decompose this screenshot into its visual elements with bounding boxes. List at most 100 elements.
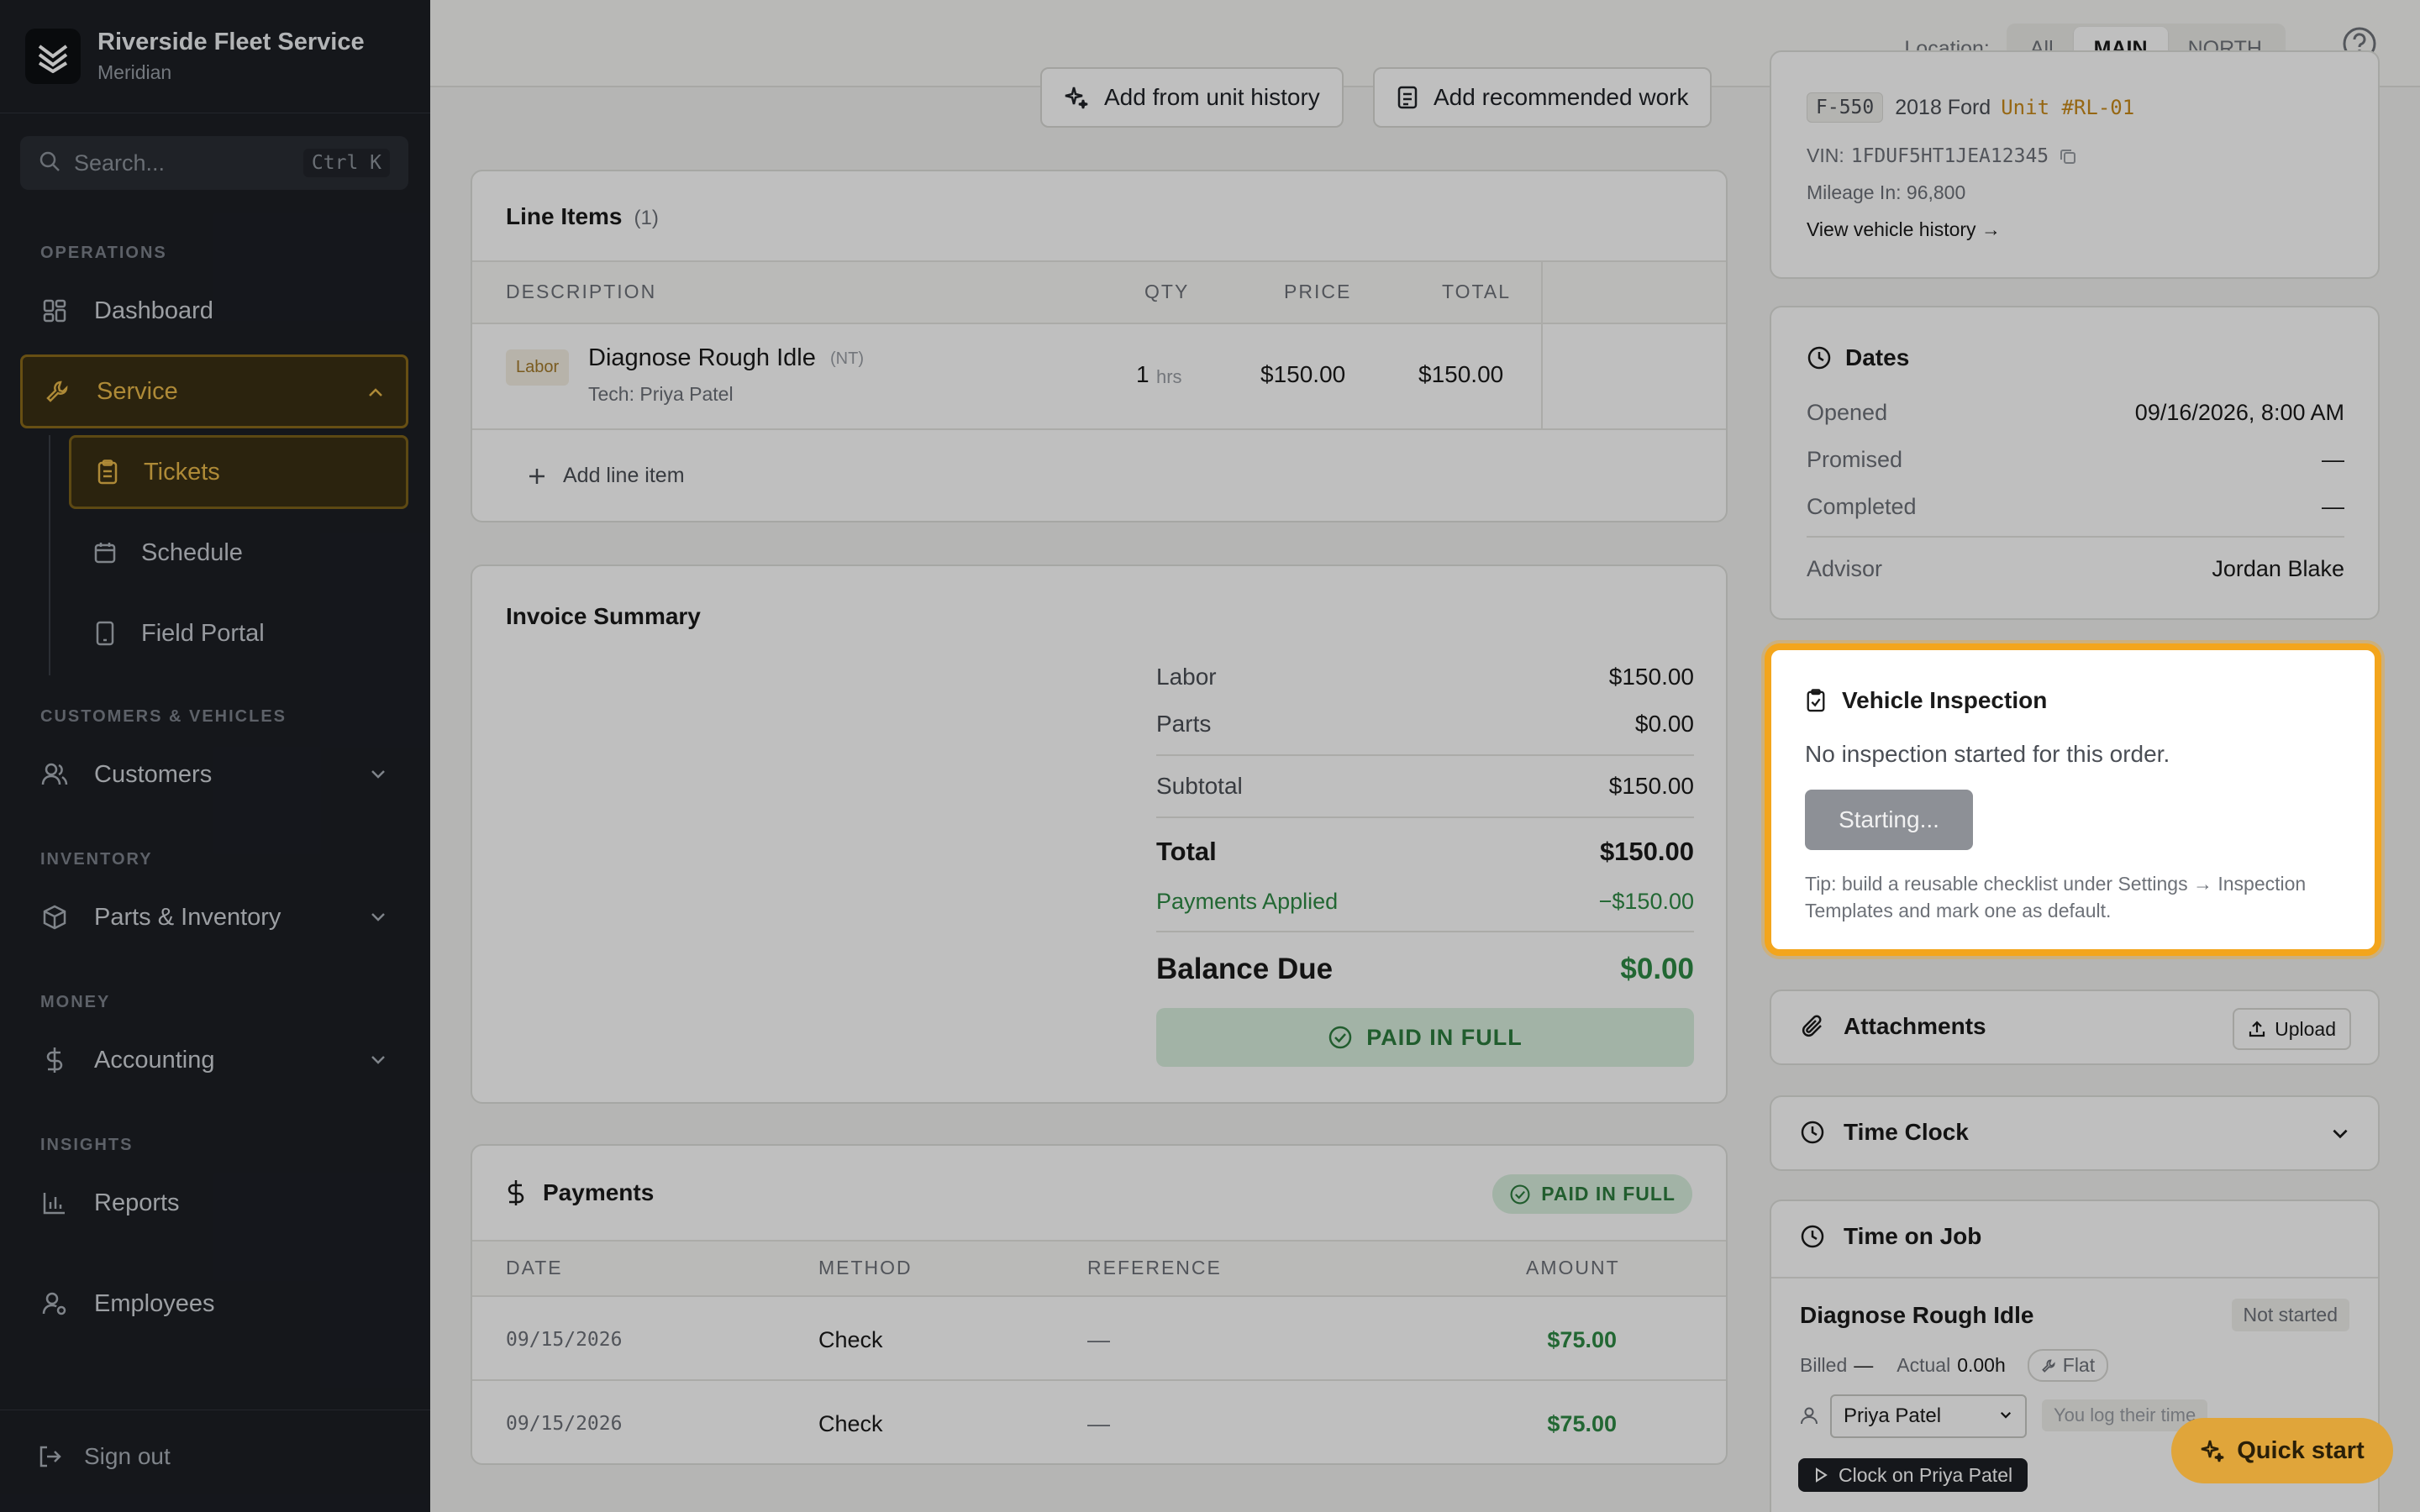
quick-start-button[interactable]: Quick start [2171, 1418, 2393, 1483]
vehicle-inspection-title: Vehicle Inspection [1842, 687, 2048, 713]
payment-amount: $75.00 [1547, 1411, 1617, 1436]
line-item-badge: (NT) [830, 349, 864, 368]
sidebar-item-label: Dashboard [94, 297, 213, 324]
clock-icon [1800, 1224, 1825, 1249]
quick-start-label: Quick start [2237, 1436, 2365, 1464]
time-clock-card[interactable]: Time Clock [1770, 1095, 2380, 1171]
sidebar-item-schedule[interactable]: Schedule [69, 516, 408, 590]
line-items-count: (1) [634, 207, 659, 229]
sidebar-item-service[interactable]: Service [20, 354, 408, 428]
add-line-item-label: Add line item [563, 464, 685, 487]
completed-label: Completed [1807, 494, 1917, 519]
col-amount: AMOUNT [1526, 1257, 1620, 1278]
divider [472, 428, 1726, 430]
payment-reference: — [1087, 1411, 1110, 1436]
clock-on-button[interactable]: Clock on Priya Patel [1798, 1458, 2028, 1492]
payments-status-badge: PAID IN FULL [1492, 1174, 1692, 1214]
upload-button[interactable]: Upload [2233, 1008, 2351, 1050]
balance-due-value: $0.00 [1620, 953, 1694, 985]
sign-out-button[interactable]: Sign out [37, 1443, 171, 1470]
add-from-unit-history-label: Add from unit history [1104, 84, 1320, 110]
search-input[interactable]: Search... Ctrl K [20, 136, 408, 190]
vin-label: VIN: [1807, 144, 1844, 166]
clock-on-label: Clock on Priya Patel [1839, 1463, 2013, 1486]
payment-amount: $75.00 [1547, 1327, 1617, 1352]
start-inspection-button[interactable]: Starting... [1805, 790, 1973, 850]
divider [1807, 536, 2344, 538]
section-insights: INSIGHTS [40, 1136, 134, 1154]
parts-value: $0.00 [1634, 711, 1694, 737]
upload-label: Upload [2275, 1017, 2336, 1040]
dollar-icon [40, 1046, 69, 1074]
divider [472, 1379, 1726, 1381]
payments-status-label: PAID IN FULL [1541, 1183, 1676, 1205]
sidebar-item-parts[interactable]: Parts & Inventory [20, 880, 408, 954]
clock-icon [1807, 345, 1832, 370]
calendar-icon [91, 538, 119, 567]
view-vehicle-history-link[interactable]: View vehicle history → [1807, 218, 2001, 241]
sidebar-item-field-portal[interactable]: Field Portal [69, 596, 408, 670]
sidebar-item-reports[interactable]: Reports [20, 1166, 408, 1240]
divider [1156, 754, 1694, 756]
add-line-item-button[interactable]: Add line item [528, 464, 685, 488]
inspection-tip-line: Tip: build a reusable checklist under Se… [1805, 873, 2307, 895]
dates-card: Dates Opened 09/16/2026, 8:00 AM Promise… [1770, 306, 2380, 620]
user-gear-icon [40, 1289, 69, 1318]
sparkle-icon [1064, 85, 1089, 110]
bar-chart-icon [40, 1189, 69, 1217]
phone-icon [91, 619, 119, 648]
vehicle-inspection-card: Vehicle Inspection No inspection started… [1765, 643, 2381, 956]
sidebar-item-label: Field Portal [141, 619, 265, 647]
divider [1156, 816, 1694, 818]
payment-date: 09/15/2026 [506, 1329, 623, 1351]
brand-sub: Meridian [97, 61, 172, 83]
list-icon [1397, 85, 1418, 110]
sidebar-item-accounting[interactable]: Accounting [20, 1023, 408, 1097]
mileage-in: Mileage In: 96,800 [1807, 181, 1966, 203]
payment-reference: — [1087, 1327, 1110, 1352]
copy-icon[interactable] [2059, 147, 2077, 165]
col-qty: QTY [1144, 281, 1190, 302]
billed-label: Billed [1800, 1354, 1848, 1376]
promised-label: Promised [1807, 447, 1903, 472]
add-recommended-work-label: Add recommended work [1434, 84, 1689, 110]
vin-value: 1FDUF5HT1JEA12345 [1850, 144, 2049, 167]
brand[interactable]: Riverside Fleet Service Meridian [25, 29, 365, 84]
col-description: DESCRIPTION [506, 281, 657, 302]
total-value: $150.00 [1599, 837, 1694, 866]
time-clock-title: Time Clock [1844, 1119, 1969, 1145]
search-shortcut: Ctrl K [302, 149, 390, 177]
sidebar-item-dashboard[interactable]: Dashboard [20, 274, 408, 348]
attachments-card: Attachments Upload [1770, 990, 2380, 1065]
play-icon [1813, 1467, 1828, 1483]
subtotal-value: $150.00 [1608, 773, 1694, 799]
sidebar-item-tickets[interactable]: Tickets [69, 435, 408, 509]
line-item-qty: 1 [1136, 361, 1150, 387]
divider [472, 1295, 1726, 1297]
sidebar-item-employees[interactable]: Employees [20, 1267, 408, 1341]
paid-in-full-banner: PAID IN FULL [1156, 1008, 1694, 1067]
line-item-tech: Tech: Priya Patel [588, 383, 734, 405]
line-item-qty-unit: hrs [1156, 366, 1182, 387]
add-recommended-work-button[interactable]: Add recommended work [1373, 67, 1712, 128]
chevron-down-icon [368, 763, 388, 790]
sidebar-item-customers[interactable]: Customers [20, 738, 408, 811]
payments-title: Payments [543, 1179, 655, 1205]
vehicle-card: F-550 2018 Ford Unit #RL-01 VIN: 1FDUF5H… [1770, 50, 2380, 279]
upload-icon [2248, 1020, 2266, 1038]
vehicle-unit: Unit #RL-01 [2001, 96, 2135, 119]
divider [1771, 1277, 2378, 1278]
paperclip-icon [1800, 1014, 1825, 1039]
inspection-tip: Tip: build a reusable checklist under Se… [1805, 870, 2306, 924]
user-icon [1800, 1406, 1818, 1429]
inspection-tip-line: Templates and mark one as default. [1805, 900, 2112, 921]
technician-select[interactable]: Priya Patel [1830, 1394, 2027, 1438]
sidebar: Riverside Fleet Service Meridian Search.… [0, 0, 430, 1512]
search-placeholder: Search... [74, 150, 166, 176]
advisor-label: Advisor [1807, 556, 1883, 581]
add-from-unit-history-button[interactable]: Add from unit history [1040, 67, 1344, 128]
line-items-title: Line Items [506, 203, 623, 229]
completed-value: — [2322, 494, 2344, 519]
actual-label: Actual [1897, 1354, 1951, 1376]
line-item-total: $150.00 [1418, 361, 1504, 387]
